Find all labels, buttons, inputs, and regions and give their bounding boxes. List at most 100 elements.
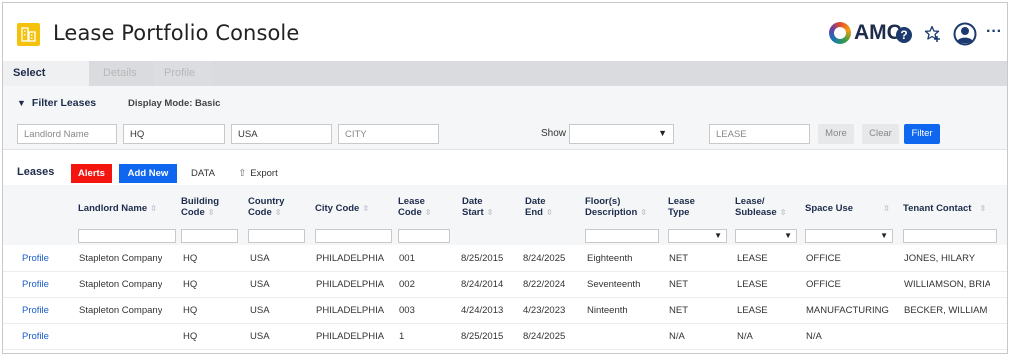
profile-link[interactable]: Profile <box>22 324 49 350</box>
country-code-cell: USA <box>250 253 270 264</box>
export-button[interactable]: ⇧ Export <box>227 164 289 183</box>
display-mode-label[interactable]: Display Mode: Basic <box>128 98 220 109</box>
app-title: Lease Portfolio Console <box>53 21 300 45</box>
lease-type-column-select[interactable]: ▼ <box>668 229 727 243</box>
brand-name: AMC <box>854 21 902 44</box>
export-icon: ⇧ <box>238 168 247 179</box>
brand-ring-icon <box>829 22 851 44</box>
country-column-filter[interactable] <box>248 229 305 243</box>
sort-icon: ⇳ <box>883 204 890 213</box>
sort-icon: ⇳ <box>274 208 282 217</box>
more-button[interactable]: More <box>818 124 854 144</box>
table-row[interactable]: Profile HQ USA PHILADELPHIA 1 8/25/2015 8/24/2… <box>3 324 1007 350</box>
col-header-space-use[interactable]: Space Use ⇳ <box>805 203 890 214</box>
lease-type-cell: NET <box>669 253 688 264</box>
lease-code-cell: 001 <box>399 253 415 264</box>
lease-type-cell: NET <box>669 305 688 316</box>
show-label: Show <box>541 128 567 139</box>
filter-panel: ▼Filter Leases Display Mode: Basic Show … <box>3 86 1007 150</box>
building-code-cell: HQ <box>183 279 198 290</box>
export-label: Export <box>250 168 278 179</box>
city-input[interactable] <box>338 124 439 144</box>
profile-link[interactable]: Profile <box>22 272 49 298</box>
clear-button[interactable]: Clear <box>862 124 899 144</box>
city-code-cell: PHILADELPHIA <box>316 253 385 264</box>
sort-icon: ⇳ <box>362 204 370 213</box>
profile-link[interactable]: Profile <box>22 298 49 324</box>
sort-icon: ⇳ <box>545 208 553 217</box>
sort-icon: ⇳ <box>779 208 787 217</box>
filter-leases-toggle[interactable]: ▼ Filter Leases <box>17 97 96 109</box>
leases-heading: Leases <box>17 166 55 178</box>
date-start-cell: 8/25/2015 <box>461 331 504 342</box>
country-code-input[interactable] <box>231 124 332 144</box>
sort-icon: ⇳ <box>150 204 157 213</box>
user-avatar-icon[interactable] <box>953 22 977 46</box>
floor-description-cell: Ninteenth <box>587 305 628 316</box>
col-header-tenant-contact[interactable]: Tenant Contact ⇳ <box>903 203 986 214</box>
profile-link[interactable]: Profile <box>22 246 49 272</box>
date-end-cell: 8/22/2024 <box>523 279 566 290</box>
col-header-lease-type[interactable]: Lease Type <box>668 196 695 218</box>
filter-leases-label: Filter Leases <box>31 97 97 109</box>
tenant-contact-cell: BECKER, WILLIAM <box>904 305 988 316</box>
date-start-cell: 4/24/2013 <box>461 305 504 316</box>
dropdown-caret-icon: ▼ <box>784 231 792 240</box>
building-code-cell: HQ <box>183 331 198 342</box>
city-code-cell: PHILADELPHIA <box>316 279 385 290</box>
sublease-column-select[interactable]: ▼ <box>735 229 797 243</box>
alerts-button[interactable]: Alerts <box>71 164 112 183</box>
date-end-cell: 4/23/2023 <box>523 305 566 316</box>
data-button[interactable]: DATA <box>186 164 220 183</box>
building-code-cell: HQ <box>183 253 198 264</box>
help-icon[interactable]: ? <box>896 27 912 43</box>
space-use-column-select[interactable]: ▼ <box>805 229 893 243</box>
tenant-contact-cell: JONES, HILARY <box>904 253 976 264</box>
space-use-cell: OFFICE <box>806 253 841 264</box>
lease-sublease-cell: LEASE <box>737 279 768 290</box>
floor-column-filter[interactable] <box>585 229 659 243</box>
dropdown-caret-icon: ▼ <box>658 128 667 138</box>
add-new-button[interactable]: Add New <box>119 164 177 183</box>
tab-details[interactable]: Details <box>93 61 153 86</box>
building-column-filter[interactable] <box>181 229 238 243</box>
landlord-column-filter[interactable] <box>78 229 176 243</box>
tab-profile[interactable]: Profile <box>154 61 212 86</box>
more-options-icon[interactable]: ··· <box>986 23 1006 41</box>
city-code-cell: PHILADELPHIA <box>316 331 385 342</box>
sort-icon: ⇳ <box>424 208 432 217</box>
lease-portfolio-window: Lease Portfolio Console AMC ? ··· Select… <box>2 2 1008 354</box>
sort-icon: ⇳ <box>979 204 987 213</box>
table-row[interactable]: Profile Stapleton Company HQ USA PHILADELPHI… <box>3 246 1007 272</box>
building-code-input[interactable] <box>123 124 225 144</box>
landlord-cell: Stapleton Company <box>79 253 163 264</box>
col-header-country-code[interactable]: Country Code ⇳ <box>248 196 284 218</box>
col-header-city-code[interactable]: City Code ⇳ <box>315 203 369 214</box>
filter-button[interactable]: Filter <box>904 124 940 144</box>
tab-select-lease[interactable]: Select Lease <box>3 61 89 104</box>
landlord-name-input[interactable] <box>17 124 117 144</box>
tenant-contact-column-filter[interactable] <box>903 229 997 243</box>
dropdown-caret-icon: ▼ <box>880 231 888 240</box>
lease-code-column-filter[interactable] <box>398 229 450 243</box>
table-header: Landlord Name ⇳ Building Code ⇳ Country Code… <box>3 185 1007 245</box>
favorites-star-icon[interactable] <box>924 25 942 43</box>
col-header-lease-sublease[interactable]: Lease/Sublease ⇳ <box>735 196 786 218</box>
lease-input[interactable] <box>709 124 810 144</box>
col-header-building-code[interactable]: Building Code ⇳ <box>181 196 219 218</box>
lease-code-cell: 003 <box>399 305 415 316</box>
show-select[interactable]: ▼ <box>569 124 674 144</box>
table-row[interactable]: Profile Stapleton Company HQ USA PHILADELPHI… <box>3 272 1007 298</box>
col-header-date-end[interactable]: Date End ⇳ <box>525 196 553 218</box>
col-header-date-start[interactable]: Date Start ⇳ <box>462 196 493 218</box>
col-header-landlord-name[interactable]: Landlord Name ⇳ <box>78 203 157 214</box>
country-code-cell: USA <box>250 305 270 316</box>
tab-bar: Select Lease Details Profile <box>3 61 1007 104</box>
col-header-lease-code[interactable]: Lease Code ⇳ <box>398 196 431 218</box>
lease-code-cell: 1 <box>399 331 405 342</box>
col-header-floor-description[interactable]: Floor(s) Description ⇳ <box>585 196 647 218</box>
city-column-filter[interactable] <box>315 229 392 243</box>
table-row[interactable]: Profile Stapleton Company HQ USA PHILADELPHI… <box>3 298 1007 324</box>
building-code-cell: HQ <box>183 305 198 316</box>
floor-description-cell: Seventeenth <box>587 279 641 290</box>
